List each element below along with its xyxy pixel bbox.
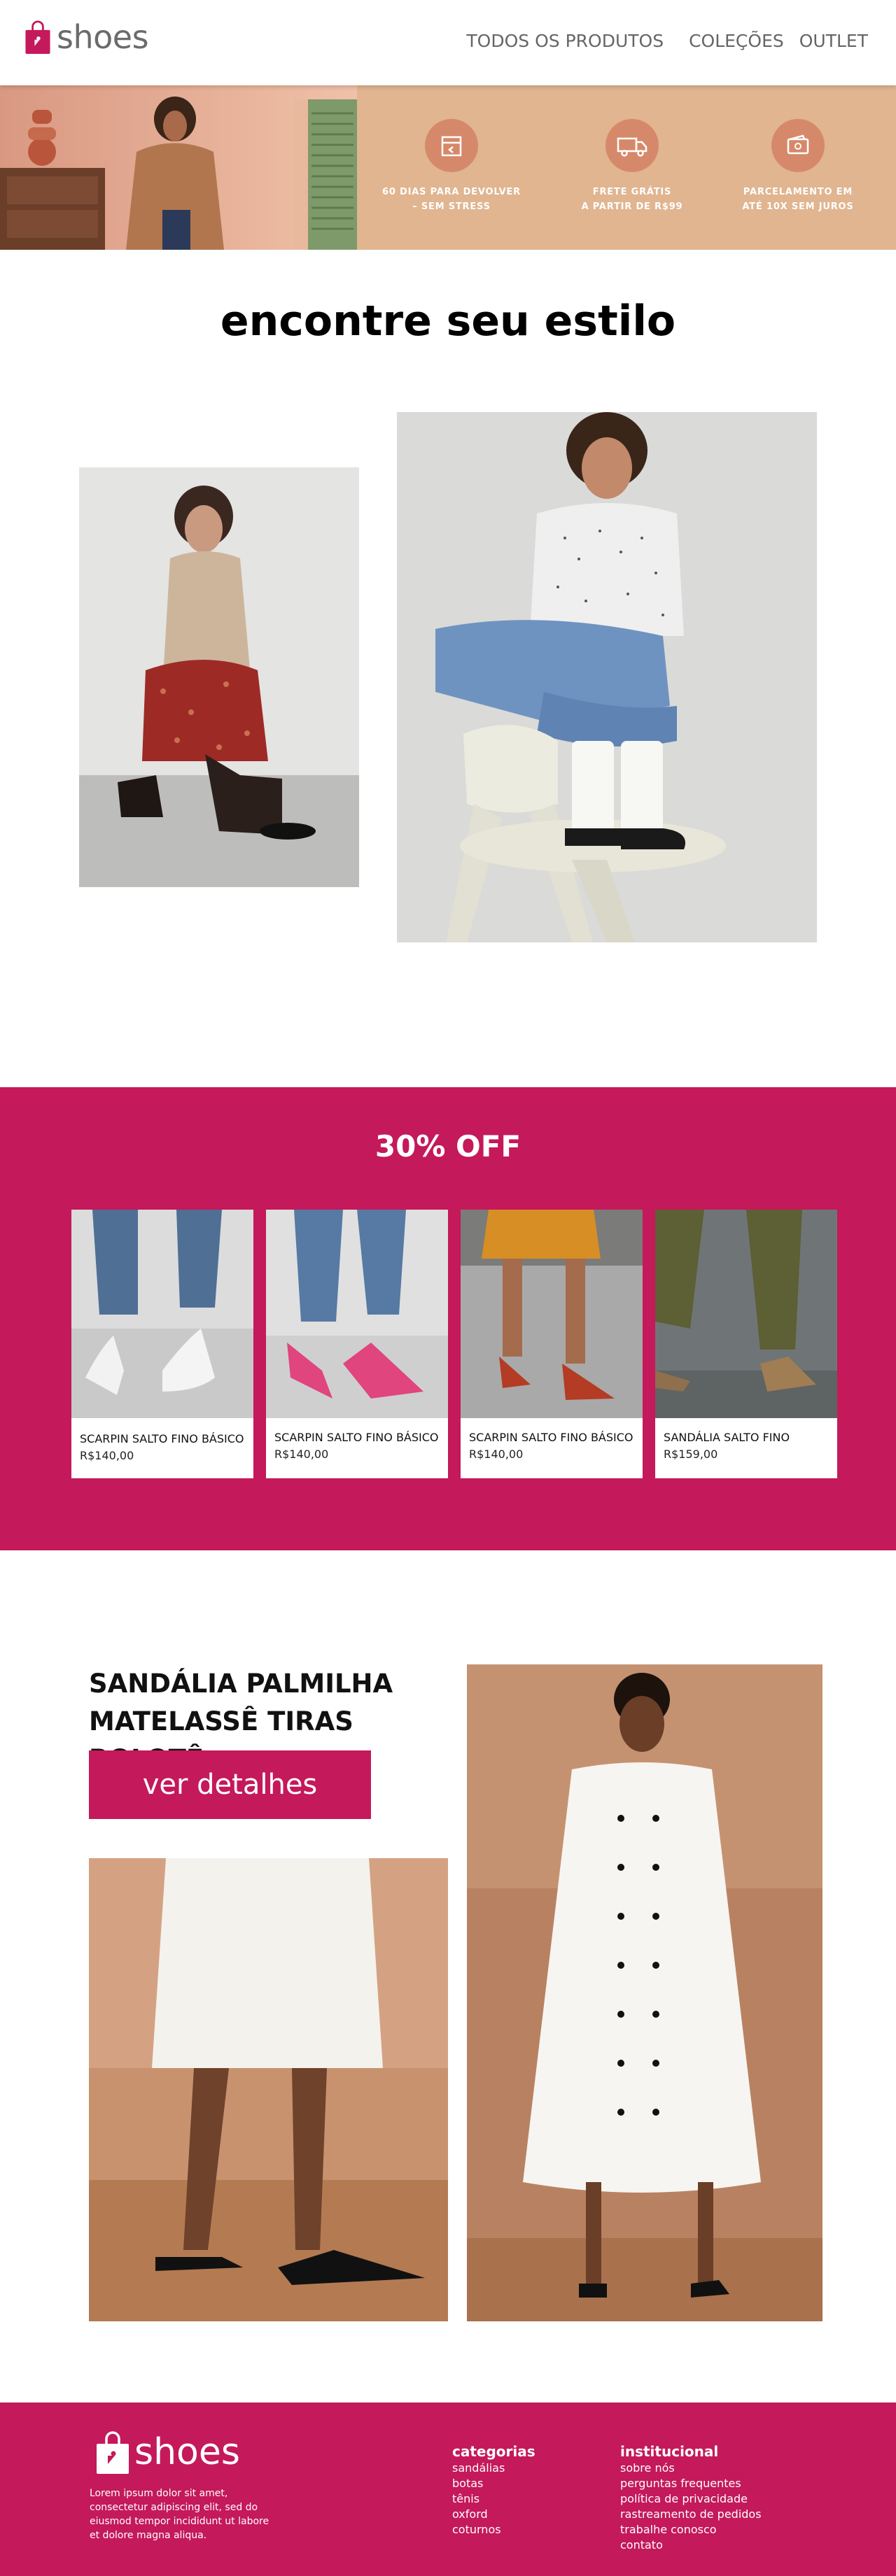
- footer-logo-link[interactable]: shoes: [97, 2430, 240, 2474]
- product-image: [461, 1210, 643, 1418]
- product-card[interactable]: SANDÁLIA SALTO FINO R$159,00: [655, 1210, 837, 1478]
- footer-categories: categorias sandálias botas tênis oxford …: [452, 2443, 536, 2538]
- footer-link-coturnos[interactable]: coturnos: [452, 2522, 536, 2538]
- feature-photo-model[interactable]: [467, 1664, 822, 2321]
- footer-link-botas[interactable]: botas: [452, 2476, 536, 2491]
- benefit-installments-line1: PARCELAMENTO EM: [743, 187, 853, 197]
- box-return-icon: [425, 119, 478, 172]
- footer-categories-title: categorias: [452, 2443, 536, 2460]
- feature-title-line1: SANDÁLIA PALMILHA: [89, 1669, 393, 1699]
- product-card[interactable]: SCARPIN SALTO FINO BÁSICO R$140,00: [461, 1210, 643, 1478]
- footer-logo-text: shoes: [134, 2431, 240, 2473]
- benefit-returns-line1: 60 DIAS PARA DEVOLVER: [382, 187, 521, 197]
- product-name: SANDÁLIA SALTO FINO: [664, 1431, 790, 1444]
- footer-link-about[interactable]: sobre nós: [620, 2461, 762, 2476]
- product-price: R$159,00: [664, 1448, 718, 1461]
- shopping-bag-icon: [97, 2431, 129, 2474]
- wallet-icon: [771, 119, 825, 172]
- footer-link-faq[interactable]: perguntas frequentes: [620, 2476, 762, 2491]
- site-header: shoes TODOS OS PRODUTOS COLEÇÕES OUTLET: [0, 0, 896, 85]
- product-price: R$140,00: [469, 1448, 524, 1461]
- product-image: [655, 1210, 837, 1418]
- footer-link-contact[interactable]: contato: [620, 2538, 762, 2553]
- style-photo-right[interactable]: [397, 412, 817, 942]
- footer-link-oxford[interactable]: oxford: [452, 2507, 536, 2522]
- feature-photo-legs[interactable]: [89, 1858, 448, 2321]
- offer-section: 30% OFF SCARPIN SALTO FINO BÁSICO R$140,…: [0, 1087, 896, 1550]
- benefit-installments-line2: ATÉ 10X SEM JUROS: [742, 201, 854, 212]
- footer-link-sandalias[interactable]: sandálias: [452, 2461, 536, 2476]
- footer-institutional: institucional sobre nós perguntas freque…: [620, 2443, 762, 2553]
- logo-text: shoes: [57, 18, 149, 56]
- benefit-returns: 60 DIAS PARA DEVOLVER – SEM STRESS: [368, 119, 536, 214]
- product-image: [266, 1210, 448, 1418]
- product-name: SCARPIN SALTO FINO BÁSICO: [274, 1431, 439, 1444]
- style-photo-left[interactable]: [79, 467, 359, 887]
- offer-title: 30% OFF: [374, 1129, 522, 1163]
- footer-link-tenis[interactable]: tênis: [452, 2491, 536, 2507]
- nav-collections[interactable]: COLEÇÕES: [689, 31, 784, 51]
- benefit-shipping-line2: A PARTIR DE R$99: [581, 201, 683, 212]
- logo-link[interactable]: shoes: [24, 18, 149, 56]
- product-name: SCARPIN SALTO FINO BÁSICO: [80, 1432, 244, 1445]
- site-footer: shoes Lorem ipsum dolor sit amet, consec…: [0, 2402, 896, 2576]
- style-section-title: encontre seu estilo: [220, 297, 676, 346]
- main-nav: TODOS OS PRODUTOS COLEÇÕES OUTLET: [466, 31, 868, 51]
- benefit-shipping-line1: FRETE GRÁTIS: [592, 187, 672, 197]
- footer-description: Lorem ipsum dolor sit amet, consectetur …: [90, 2488, 270, 2541]
- product-image: [71, 1210, 253, 1418]
- product-card[interactable]: SCARPIN SALTO FINO BÁSICO R$140,00: [266, 1210, 448, 1478]
- delivery-truck-icon: [606, 119, 659, 172]
- footer-institutional-title: institucional: [620, 2443, 719, 2460]
- footer-link-careers[interactable]: trabalhe conosco: [620, 2522, 762, 2538]
- product-price: R$140,00: [274, 1448, 329, 1461]
- shopping-bag-icon: [25, 20, 50, 54]
- benefit-returns-line2: – SEM STRESS: [412, 201, 491, 212]
- benefit-installments: PARCELAMENTO EM ATÉ 10X SEM JUROS: [714, 119, 882, 214]
- nav-outlet[interactable]: OUTLET: [799, 31, 868, 51]
- footer-link-privacy[interactable]: política de privacidade: [620, 2491, 762, 2507]
- view-details-button[interactable]: ver detalhes: [89, 1750, 371, 1819]
- footer-link-tracking[interactable]: rastreamento de pedidos: [620, 2507, 762, 2522]
- product-price: R$140,00: [80, 1449, 134, 1462]
- product-name: SCARPIN SALTO FINO BÁSICO: [469, 1431, 634, 1444]
- benefit-shipping: FRETE GRÁTIS A PARTIR DE R$99: [548, 119, 716, 214]
- product-card[interactable]: SCARPIN SALTO FINO BÁSICO R$140,00: [71, 1210, 253, 1478]
- benefits-banner: 60 DIAS PARA DEVOLVER – SEM STRESS FRETE …: [0, 85, 896, 250]
- nav-all-products[interactable]: TODOS OS PRODUTOS: [466, 31, 664, 51]
- banner-photo: [0, 85, 357, 250]
